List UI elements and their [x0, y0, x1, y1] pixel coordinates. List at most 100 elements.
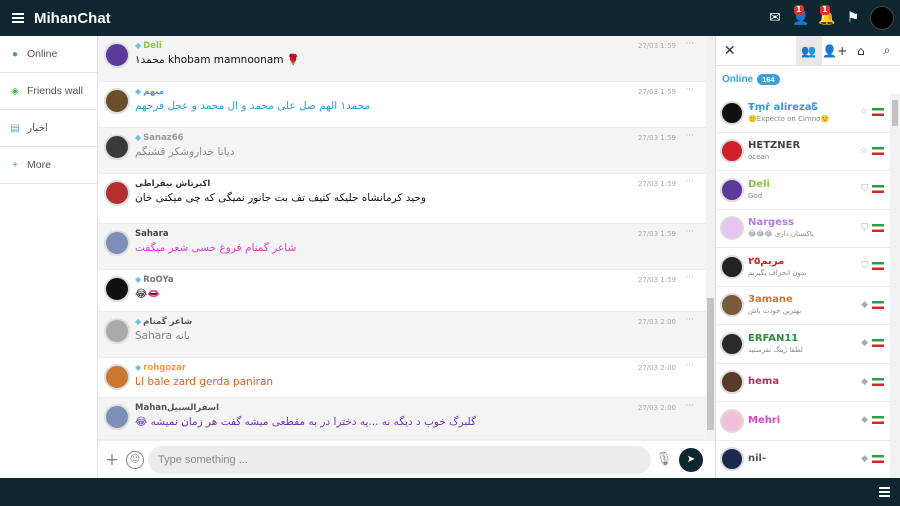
- message-options-icon[interactable]: ···: [685, 85, 694, 95]
- message-input[interactable]: [148, 445, 651, 474]
- send-button[interactable]: ➤: [679, 447, 703, 472]
- bottom-menu-icon[interactable]: [879, 487, 890, 497]
- user-list-item[interactable]: 3amane بهترین خودت باش ◆: [716, 287, 890, 325]
- country-flag-icon: [872, 262, 884, 270]
- user-list-item[interactable]: Nargess 😂😂😂 پاکستان داری ⛉: [716, 210, 890, 248]
- nav-item-0[interactable]: ● Online: [0, 36, 97, 73]
- notification-bell-icon[interactable]: 🔔 1: [818, 5, 836, 27]
- user-avatar[interactable]: [720, 139, 744, 164]
- friend-request-icon[interactable]: 👤 1: [792, 5, 810, 27]
- home-icon[interactable]: ⌂: [848, 36, 874, 66]
- user-list-item[interactable]: Mehri ◆: [716, 402, 890, 441]
- user-avatar[interactable]: [104, 364, 130, 390]
- user-list-item[interactable]: nil- ◆: [716, 441, 890, 479]
- message-options-icon[interactable]: ···: [685, 177, 694, 187]
- top-icons: ✉ 👤 1 🔔 1 ⚑: [766, 0, 894, 36]
- users-group-icon[interactable]: 👥: [795, 35, 822, 66]
- message-options-icon[interactable]: ···: [685, 273, 694, 283]
- emoji-smile-icon[interactable]: ☺: [126, 450, 144, 469]
- user-avatar[interactable]: [104, 88, 130, 114]
- users-scrollbar[interactable]: [890, 94, 900, 478]
- user-avatar[interactable]: [720, 216, 744, 241]
- user-rank-icon: ◆: [861, 338, 868, 348]
- search-icon[interactable]: ⌕: [874, 36, 900, 66]
- user-avatar[interactable]: [720, 331, 744, 356]
- user-avatar[interactable]: [720, 370, 744, 395]
- message-username[interactable]: Mahanاسفرالسبیل: [135, 402, 700, 414]
- user-list-item[interactable]: مریم۲۵ بدون انحراف یگیریم ⛉: [716, 248, 890, 287]
- diamond-rank-icon: ◆: [135, 317, 142, 326]
- user-avatar[interactable]: [720, 100, 744, 125]
- user-avatar[interactable]: [104, 134, 130, 160]
- app-title[interactable]: MihanChat: [34, 10, 111, 27]
- user-avatar[interactable]: [720, 408, 744, 433]
- user-avatar[interactable]: [104, 404, 130, 430]
- chat-message: ◆ RoOYa 😂👄 27/03 1:59 ···: [98, 270, 706, 312]
- message-timestamp: 27/03 1:59: [637, 230, 676, 238]
- user-name: nil-: [748, 453, 767, 465]
- message-options-icon[interactable]: ···: [685, 39, 694, 49]
- user-avatar[interactable]: [104, 42, 130, 68]
- user-list-item[interactable]: ERFAN11 لطفا ژینگ نفرستید ◆: [716, 325, 890, 364]
- nav-item-1[interactable]: ◈ Friends wall: [0, 73, 97, 110]
- report-flag-icon[interactable]: ⚑: [844, 9, 862, 27]
- user-list-item[interactable]: Deli God ⛉: [716, 171, 890, 210]
- close-panel-icon[interactable]: ✕: [716, 36, 744, 66]
- message-username[interactable]: ◆ Deli: [135, 40, 700, 52]
- message-options-icon[interactable]: ···: [685, 315, 694, 325]
- message-username[interactable]: ◆ مبهم: [135, 86, 700, 98]
- message-timestamp: 27/03 1:59: [637, 88, 676, 96]
- add-friend-icon[interactable]: 👤+: [822, 36, 848, 66]
- message-timestamp: 27/03 1:59: [637, 180, 676, 188]
- user-avatar[interactable]: [104, 276, 130, 302]
- message-username[interactable]: ◆ Sanaz66: [135, 132, 700, 144]
- user-name: 3amane: [748, 294, 793, 306]
- message-username[interactable]: ◆ RoOYa: [135, 274, 700, 286]
- user-avatar[interactable]: [720, 293, 744, 318]
- microphone-icon[interactable]: 🎙: [651, 452, 677, 467]
- message-options-icon[interactable]: ···: [685, 131, 694, 141]
- user-rank-icon: ◆: [861, 415, 868, 425]
- message-username[interactable]: اکبرتاش بیقراطی: [135, 178, 700, 190]
- message-body: Mahanاسفرالسبیل 😂 گلبرگ خوب د دیگه نه ...…: [135, 402, 700, 435]
- user-name: Deli: [748, 178, 770, 190]
- user-mood: 🙂Expecto on Cimno🙂: [748, 114, 830, 123]
- message-body: ◆ شاعر گمنام Sahara بانه: [135, 316, 700, 353]
- message-options-icon[interactable]: ···: [685, 227, 694, 237]
- online-header: Online 164: [716, 66, 900, 93]
- user-mood: لطفا ژینگ نفرستید: [748, 345, 803, 354]
- message-text: 😂 گلبرگ خوب د دیگه نه ...یه دخترا در به …: [135, 416, 477, 428]
- chat-scrollbar-thumb[interactable]: [707, 298, 714, 430]
- user-list-item[interactable]: Ŧṃṙ alirezaᏋ 🙂Expecto on Cimno🙂 ☆: [716, 94, 890, 133]
- nav-item-3[interactable]: + More: [0, 147, 97, 184]
- user-avatar[interactable]: [104, 230, 130, 256]
- user-name: Ŧṃṙ alirezaᏋ: [748, 101, 818, 113]
- user-rank-icon: ☆: [859, 107, 868, 117]
- message-text: محمد۱ الهم صل علی محمد و ال محمد و عجل ف…: [135, 100, 371, 112]
- attach-plus-icon[interactable]: +: [98, 450, 126, 470]
- user-avatar[interactable]: [104, 318, 130, 344]
- nav-icon: +: [12, 159, 18, 171]
- users-scrollbar-thumb[interactable]: [892, 100, 898, 126]
- user-list-item[interactable]: HETZNER ocean ☆: [716, 133, 890, 171]
- user-avatar[interactable]: [720, 447, 744, 472]
- message-timestamp: 27/03 1:59: [637, 134, 676, 142]
- nav-item-2[interactable]: ▤ اخبار: [0, 110, 97, 147]
- message-text: محمد۱ khobam mamnoonam 🌹: [135, 54, 300, 66]
- mail-icon[interactable]: ✉: [766, 9, 784, 27]
- chat-scrollbar[interactable]: [706, 36, 715, 440]
- profile-avatar[interactable]: [870, 6, 894, 30]
- message-options-icon[interactable]: ···: [685, 401, 694, 411]
- bottom-bar: [0, 478, 900, 506]
- user-list-item[interactable]: hema ◆: [716, 364, 890, 402]
- message-username[interactable]: ◆ rohgozar: [135, 362, 700, 374]
- message-options-icon[interactable]: ···: [685, 361, 694, 371]
- message-username[interactable]: Sahara: [135, 228, 700, 240]
- user-avatar[interactable]: [104, 180, 130, 206]
- user-avatar[interactable]: [720, 254, 744, 279]
- hamburger-menu-icon[interactable]: [12, 13, 24, 23]
- country-flag-icon: [872, 339, 884, 347]
- user-mood: ocean: [748, 153, 770, 162]
- user-avatar[interactable]: [720, 177, 744, 202]
- message-username[interactable]: ◆ شاعر گمنام: [135, 316, 700, 328]
